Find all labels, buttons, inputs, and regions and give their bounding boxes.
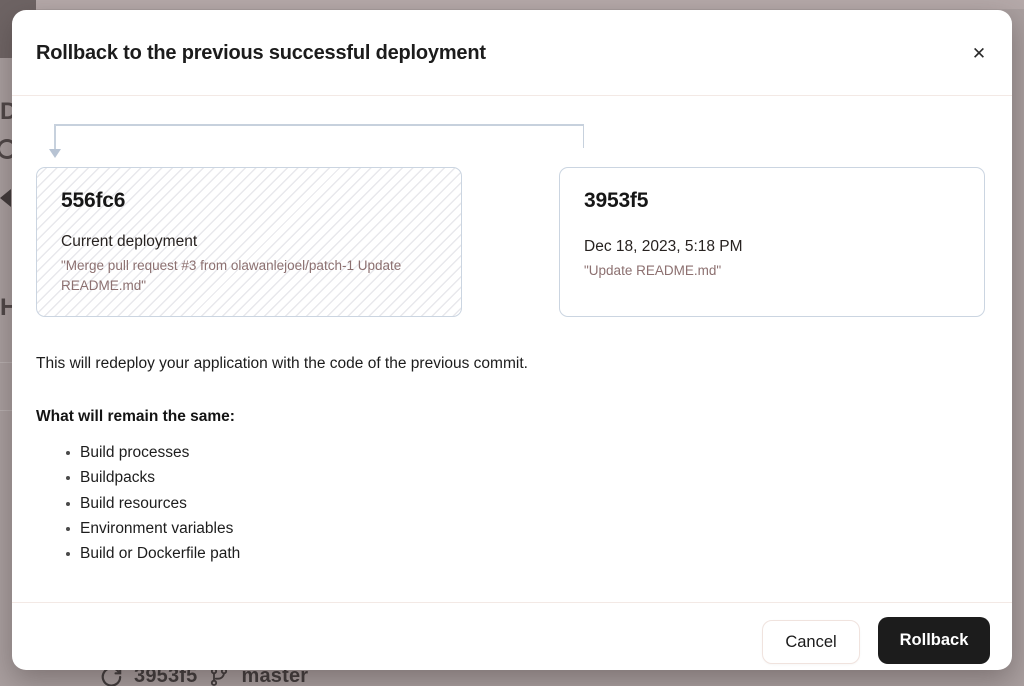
cancel-button[interactable]: Cancel [762,620,860,664]
current-commit-hash: 556fc6 [61,189,437,213]
screen: D H 3953f5 master Rollback to the previo… [0,0,1024,686]
connector-line-left [54,124,56,150]
previous-commit-hash: 3953f5 [584,189,960,213]
current-deployment-label: Current deployment [61,233,437,251]
list-item: Build or Dockerfile path [36,541,240,566]
list-item: Buildpacks [36,465,240,490]
backdrop-top-strip [0,0,1024,9]
previous-deployment-card: 3953f5 Dec 18, 2023, 5:18 PM "Update REA… [559,167,985,317]
current-deployment-card: 556fc6 Current deployment "Merge pull re… [36,167,462,317]
connector-arrowhead-icon [49,149,61,158]
redeploy-description: This will redeploy your application with… [36,355,528,373]
dialog-title: Rollback to the previous successful depl… [36,40,486,66]
backdrop-divider [0,362,12,363]
close-icon[interactable]: ✕ [962,36,996,70]
current-commit-message: "Merge pull request #3 from olawanlejoel… [61,256,437,295]
rollback-dialog: Rollback to the previous successful depl… [12,10,1012,670]
remain-same-heading: What will remain the same: [36,408,235,426]
previous-deployment-timestamp: Dec 18, 2023, 5:18 PM [584,238,960,256]
connector-line-horizontal [54,124,584,126]
list-item: Environment variables [36,516,240,541]
footer-divider [12,602,1012,603]
backdrop-divider [0,410,12,411]
remain-same-list: Build processes Buildpacks Build resourc… [36,440,240,566]
list-item: Build resources [36,491,240,516]
header-divider [12,95,1012,96]
list-item: Build processes [36,440,240,465]
backdrop-arrow-icon [0,189,11,207]
connector-line-right [583,124,585,148]
previous-commit-message: "Update README.md" [584,261,960,281]
rollback-button[interactable]: Rollback [878,617,990,664]
